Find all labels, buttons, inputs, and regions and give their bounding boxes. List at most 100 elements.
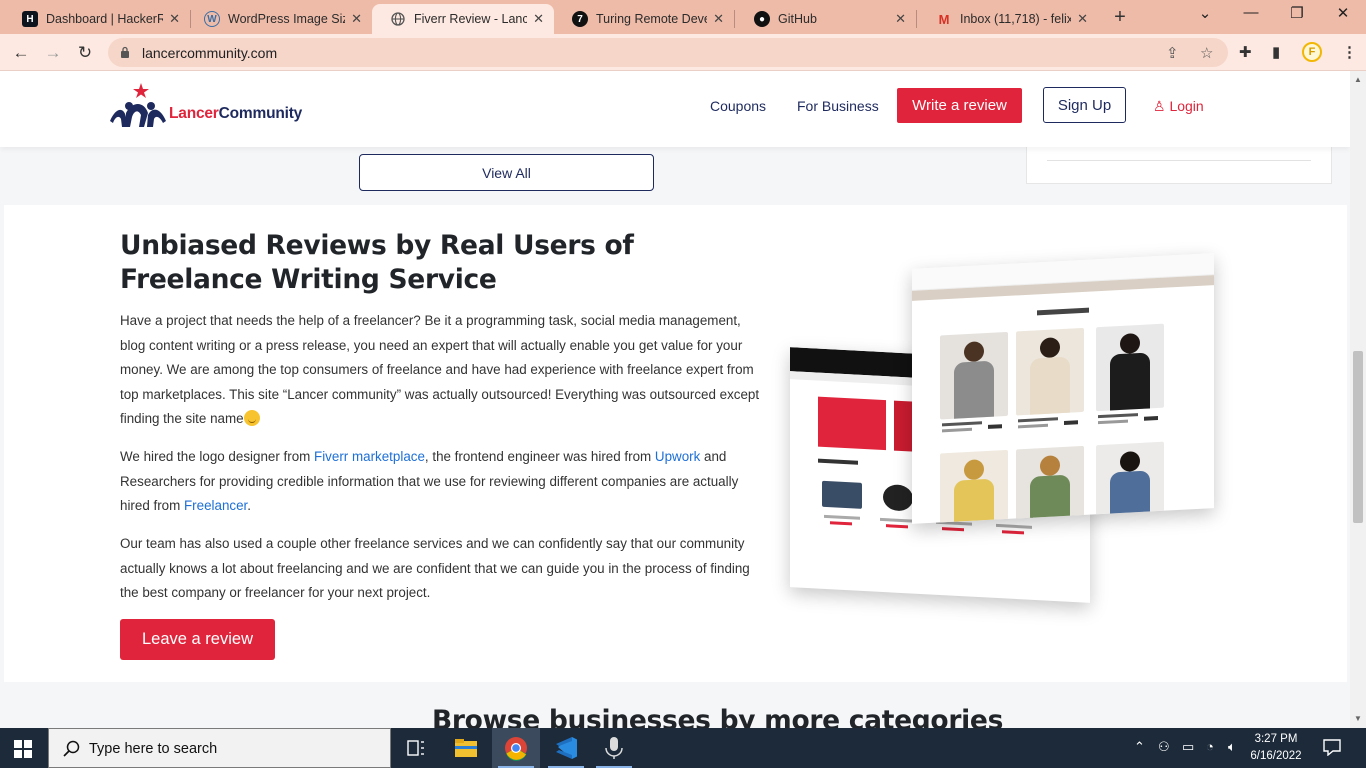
wifi-icon[interactable]: ◔ [1206,739,1214,754]
turing-icon: 7 [572,11,588,27]
close-tab-icon[interactable]: ✕ [713,11,724,27]
vscode-icon[interactable] [542,728,590,768]
browser-toolbar: ← → ↻ lancercommunity.com ⇪ ☆ ✚ ▮ F ⋮ [0,34,1366,71]
close-tab-icon[interactable]: ✕ [169,11,180,27]
mockup-fashion-store [912,253,1214,524]
mockup-product-card [1016,327,1084,416]
scroll-down-arrow-icon[interactable]: ▼ [1354,714,1362,723]
chrome-icon[interactable] [492,728,540,768]
url-text: lancercommunity.com [142,45,278,61]
write-review-button[interactable]: Write a review [897,88,1022,123]
restore-icon[interactable]: ❐ [1282,4,1312,22]
reload-icon[interactable]: ↻ [72,40,98,66]
volume-icon[interactable]: 🔈︎ [1228,739,1236,755]
forward-arrow-icon[interactable]: → [40,40,66,66]
close-tab-icon[interactable]: ✕ [1077,11,1088,27]
mockup-heading-bar [1037,307,1089,316]
mockup-product-card [1016,445,1084,524]
kebab-menu-icon[interactable]: ⋮ [1342,43,1357,61]
mockup-product-info [1016,414,1084,438]
tab-search-chevron-icon[interactable]: ⌄ [1190,4,1220,22]
scrollbar-thumb[interactable] [1353,351,1363,523]
leave-review-button[interactable]: Leave a review [120,619,275,660]
view-all-button[interactable]: View All [359,154,654,191]
team-text: We hired the logo designer from [120,449,315,464]
search-placeholder: Type here to search [89,741,218,757]
mockup-product-info [1096,410,1164,434]
system-clock[interactable]: 3:27 PM 6/16/2022 [1246,731,1306,765]
share-icon[interactable]: ⇪ [1166,44,1179,62]
new-tab-button[interactable]: + [1108,6,1132,29]
marketplace-illustration [786,253,1226,621]
task-view-icon[interactable] [392,728,440,768]
nav-for-business-link[interactable]: For Business [797,98,879,114]
browser-tab-github[interactable]: ● GitHub ✕ [736,4,916,34]
logo-figures-icon [110,83,166,127]
mockup-product-info [940,418,1008,442]
tab-title: Dashboard | HackerRa [46,12,164,26]
file-explorer-icon[interactable] [442,728,490,768]
tray-chevron-up-icon[interactable]: ⌃ [1134,739,1145,755]
tab-title: GitHub [778,12,817,26]
about-section: Unbiased Reviews by Real Users of Freela… [4,205,1347,682]
bookmark-star-icon[interactable]: ☆ [1200,44,1213,62]
profile-avatar[interactable]: F [1302,42,1322,62]
mockup-product-card [1096,323,1164,412]
browse-categories-heading: Browse businesses by more categories [432,705,1004,728]
clock-date: 6/16/2022 [1250,750,1302,762]
mockup-laptop [818,475,866,538]
nav-coupons-link[interactable]: Coupons [710,98,766,114]
mockup-caption-bar [818,458,858,465]
fiverr-marketplace-link[interactable]: Fiverr marketplace [314,449,425,464]
close-tab-icon[interactable]: ✕ [351,11,362,27]
lancer-community-logo[interactable]: LancerCommunity [108,81,328,133]
team-paragraph: We hired the logo designer from Fiverr m… [120,445,760,519]
minimize-icon[interactable]: — [1236,4,1266,21]
address-bar[interactable]: lancercommunity.com ⇪ ☆ [108,38,1228,67]
hackerrank-icon: H [22,11,38,27]
freelancer-link[interactable]: Freelancer [184,498,247,513]
mockup-product-card [940,449,1008,524]
browser-tab-fiverr-review[interactable]: Fiverr Review - Lancer ✕ [372,4,554,34]
browser-tab-turing[interactable]: 7 Turing Remote Develo ✕ [554,4,734,34]
windows-start-icon[interactable] [14,740,32,758]
team-text: , the frontend engineer was hired from [424,449,655,464]
side-panel-icon[interactable]: ▮ [1272,43,1280,61]
mockup-product-card [1096,441,1164,524]
taskbar-search-box[interactable]: Type here to search [48,728,391,768]
lock-icon[interactable] [120,46,130,58]
upwork-link[interactable]: Upwork [655,449,700,464]
notifications-icon[interactable] [1322,738,1342,756]
browser-tab-strip: H Dashboard | HackerRa ✕ W WordPress Ima… [0,0,1366,34]
divider [1047,160,1311,161]
login-link[interactable]: ♙ Login [1153,98,1204,115]
battery-icon[interactable]: ▭ [1182,739,1194,755]
extensions-puzzle-icon[interactable]: ✚ [1239,43,1252,61]
close-tab-icon[interactable]: ✕ [533,11,544,27]
login-label: Login [1169,98,1204,114]
sign-up-button[interactable]: Sign Up [1043,87,1126,123]
gmail-icon: M [938,11,950,27]
browser-tab-hackerrank[interactable]: H Dashboard | HackerRa ✕ [4,4,190,34]
github-icon: ● [754,11,770,27]
section-heading: Unbiased Reviews by Real Users of Freela… [120,230,634,295]
experience-paragraph: Our team has also used a couple other fr… [120,536,750,600]
back-arrow-icon[interactable]: ← [8,40,34,66]
mockup-product-card [940,331,1008,420]
intro-paragraph: Have a project that needs the help of a … [120,309,760,432]
scroll-up-arrow-icon[interactable]: ▲ [1354,75,1362,84]
page-viewport: LancerCommunity Coupons For Business Wri… [0,71,1350,728]
browser-tab-wordpress[interactable]: W WordPress Image Size ✕ [186,4,372,34]
tab-title: Turing Remote Develo [596,12,707,26]
clock-time: 3:27 PM [1254,733,1298,745]
close-window-icon[interactable]: ✕ [1328,4,1358,22]
browser-tab-gmail[interactable]: M Inbox (11,718) - felixk ✕ [918,4,1098,34]
windows-taskbar: Type here to search ⌃ ⚇ ▭ ◔ 🔈︎ 3:27 PM 6… [0,728,1366,768]
tab-title: Inbox (11,718) - felixk [960,12,1072,26]
intro-text: Have a project that needs the help of a … [120,313,760,426]
logo-wordmark: LancerCommunity [169,105,303,122]
people-icon[interactable]: ⚇ [1158,739,1170,755]
close-tab-icon[interactable]: ✕ [895,11,906,27]
microphone-icon[interactable] [590,728,638,768]
page-scrollbar[interactable]: ▲ ▼ [1350,71,1366,728]
